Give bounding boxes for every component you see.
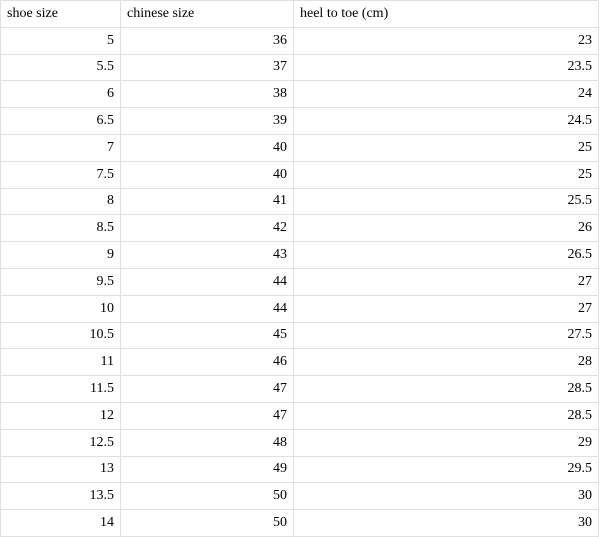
table-row: 10.54527.5 xyxy=(1,322,599,349)
table-cell: 11 xyxy=(1,349,121,376)
table-cell: 38 xyxy=(121,81,294,108)
table-cell: 50 xyxy=(121,483,294,510)
table-cell: 11.5 xyxy=(1,376,121,403)
table-cell: 9.5 xyxy=(1,268,121,295)
table-cell: 27 xyxy=(294,268,599,295)
table-cell: 10.5 xyxy=(1,322,121,349)
table-cell: 50 xyxy=(121,510,294,537)
table-cell: 5.5 xyxy=(1,54,121,81)
table-cell: 26 xyxy=(294,215,599,242)
table-cell: 49 xyxy=(121,456,294,483)
table-cell: 24 xyxy=(294,81,599,108)
table-cell: 47 xyxy=(121,402,294,429)
table-cell: 28.5 xyxy=(294,376,599,403)
header-row: shoe size chinese size heel to toe (cm) xyxy=(1,1,599,28)
table-cell: 8 xyxy=(1,188,121,215)
table-cell: 24.5 xyxy=(294,108,599,135)
table-row: 7.54025 xyxy=(1,161,599,188)
table-cell: 12.5 xyxy=(1,429,121,456)
table-cell: 40 xyxy=(121,134,294,161)
table-cell: 29.5 xyxy=(294,456,599,483)
table-row: 74025 xyxy=(1,134,599,161)
table-cell: 28 xyxy=(294,349,599,376)
table-row: 12.54829 xyxy=(1,429,599,456)
table-cell: 6 xyxy=(1,81,121,108)
table-cell: 7 xyxy=(1,134,121,161)
table-cell: 28.5 xyxy=(294,402,599,429)
table-row: 63824 xyxy=(1,81,599,108)
table-cell: 12 xyxy=(1,402,121,429)
table-cell: 44 xyxy=(121,295,294,322)
shoe-size-table: shoe size chinese size heel to toe (cm) … xyxy=(0,0,599,537)
table-row: 53623 xyxy=(1,27,599,54)
table-cell: 44 xyxy=(121,268,294,295)
table-row: 114628 xyxy=(1,349,599,376)
table-row: 11.54728.5 xyxy=(1,376,599,403)
table-cell: 27 xyxy=(294,295,599,322)
table-row: 13.55030 xyxy=(1,483,599,510)
table-cell: 40 xyxy=(121,161,294,188)
table-cell: 41 xyxy=(121,188,294,215)
header-heel-to-toe: heel to toe (cm) xyxy=(294,1,599,28)
table-cell: 36 xyxy=(121,27,294,54)
table-row: 145030 xyxy=(1,510,599,537)
table-cell: 42 xyxy=(121,215,294,242)
table-cell: 29 xyxy=(294,429,599,456)
table-row: 9.54427 xyxy=(1,268,599,295)
table-cell: 25 xyxy=(294,161,599,188)
table-cell: 48 xyxy=(121,429,294,456)
table-cell: 39 xyxy=(121,108,294,135)
table-cell: 43 xyxy=(121,242,294,269)
table-cell: 7.5 xyxy=(1,161,121,188)
table-cell: 23.5 xyxy=(294,54,599,81)
table-cell: 9 xyxy=(1,242,121,269)
table-cell: 46 xyxy=(121,349,294,376)
table-cell: 25.5 xyxy=(294,188,599,215)
table-row: 94326.5 xyxy=(1,242,599,269)
header-chinese-size: chinese size xyxy=(121,1,294,28)
table-cell: 37 xyxy=(121,54,294,81)
table-cell: 10 xyxy=(1,295,121,322)
table-row: 84125.5 xyxy=(1,188,599,215)
table-cell: 13.5 xyxy=(1,483,121,510)
table-row: 5.53723.5 xyxy=(1,54,599,81)
table-cell: 14 xyxy=(1,510,121,537)
header-shoe-size: shoe size xyxy=(1,1,121,28)
table-row: 8.54226 xyxy=(1,215,599,242)
table-cell: 5 xyxy=(1,27,121,54)
table-cell: 26.5 xyxy=(294,242,599,269)
table-cell: 30 xyxy=(294,483,599,510)
table-row: 6.53924.5 xyxy=(1,108,599,135)
table-row: 134929.5 xyxy=(1,456,599,483)
table-cell: 45 xyxy=(121,322,294,349)
table-cell: 6.5 xyxy=(1,108,121,135)
table-cell: 25 xyxy=(294,134,599,161)
table-cell: 27.5 xyxy=(294,322,599,349)
table-cell: 23 xyxy=(294,27,599,54)
table-cell: 47 xyxy=(121,376,294,403)
table-cell: 30 xyxy=(294,510,599,537)
table-row: 124728.5 xyxy=(1,402,599,429)
table-row: 104427 xyxy=(1,295,599,322)
table-cell: 8.5 xyxy=(1,215,121,242)
table-cell: 13 xyxy=(1,456,121,483)
